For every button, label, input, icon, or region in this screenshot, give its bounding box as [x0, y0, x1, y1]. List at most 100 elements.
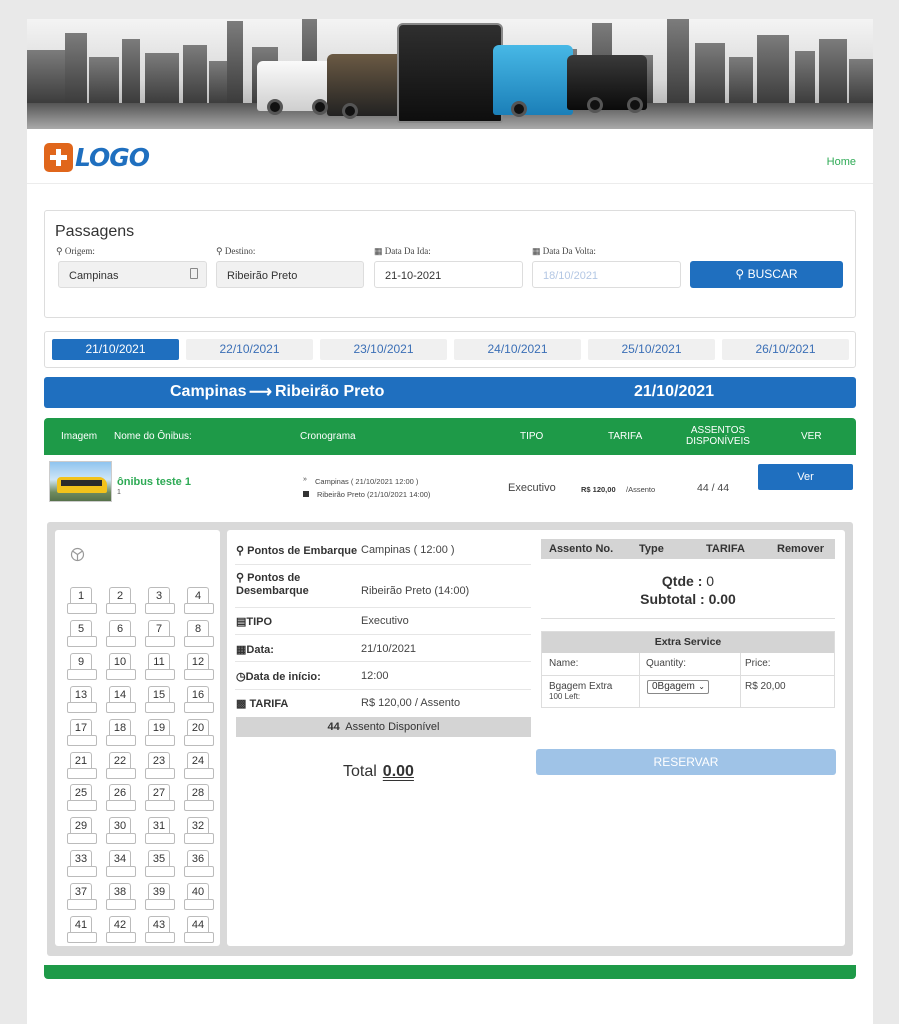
destino-label: ⚲ Destino: [216, 246, 256, 256]
seat-35[interactable]: 35 [145, 850, 175, 878]
baggage-quantity-select[interactable]: 0Bgagem ⌄ [647, 680, 709, 694]
seat-38[interactable]: 38 [106, 883, 136, 911]
seat-7[interactable]: 7 [145, 619, 175, 647]
buscar-button[interactable]: ⚲ BUSCAR [690, 261, 843, 288]
seat-3[interactable]: 3 [145, 587, 175, 614]
row-tarifa-unit: /Assento [626, 485, 656, 494]
info-row-inicio: ◷Data de início: 12:00 [235, 662, 531, 690]
logo-plus-icon [44, 143, 73, 172]
total-value: 0.00 [382, 763, 414, 780]
seat-41[interactable]: 41 [67, 916, 97, 943]
trip-info: ⚲ Pontos de Embarque Campinas ( 12:00 ) … [227, 530, 845, 946]
seat-18[interactable]: 18 [106, 718, 136, 746]
seat-29[interactable]: 29 [67, 817, 97, 845]
seat-43[interactable]: 43 [145, 916, 175, 943]
date-tab[interactable]: 23/10/2021 [320, 339, 447, 360]
page: LOGO Home Passagens ⚲ Origem: Campinas ⚲… [27, 19, 873, 1024]
volta-label: ▦ Data Da Volta: [532, 246, 596, 256]
ida-date-input[interactable]: 21-10-2021 [374, 261, 523, 288]
calendar-icon: ▦ [532, 246, 541, 256]
seat-27[interactable]: 27 [145, 784, 175, 812]
seat-15[interactable]: 15 [145, 685, 175, 713]
date-tab[interactable]: 26/10/2021 [722, 339, 849, 360]
seat-21[interactable]: 21 [67, 751, 97, 779]
date-tab[interactable]: 22/10/2021 [186, 339, 313, 360]
seat-13[interactable]: 13 [67, 685, 97, 713]
seat-8[interactable]: 8 [184, 619, 214, 647]
chevron-double-icon: » [303, 476, 307, 483]
col-assentos: ASSENTOS DISPONÍVEIS [686, 425, 750, 447]
col-tipo: TIPO [520, 431, 544, 442]
seat-42[interactable]: 42 [106, 916, 136, 943]
seat-1[interactable]: 1 [67, 587, 97, 614]
route-from: Campinas [170, 383, 247, 400]
col-cronograma: Cronograma [300, 431, 356, 442]
seat-44[interactable]: 44 [184, 916, 214, 943]
nav-home-link[interactable]: Home [827, 156, 856, 168]
coach-bus-front-image [397, 23, 503, 123]
seat-33[interactable]: 33 [67, 850, 97, 878]
search-title: Passagens [55, 223, 135, 240]
extra-service-table: Extra Service Name: Quantity: Price: Bga… [541, 631, 835, 708]
money-icon: ▩ [236, 698, 247, 710]
col-tarifa: TARIFA [608, 431, 643, 442]
ver-button[interactable]: Ver [758, 464, 853, 490]
site-header: LOGO Home [27, 129, 873, 184]
footer-bar [44, 965, 856, 979]
seat-34[interactable]: 34 [106, 850, 136, 878]
seat-4[interactable]: 4 [184, 587, 214, 614]
total-display: Total 0.00 [343, 763, 414, 780]
seat-6[interactable]: 6 [106, 619, 136, 647]
row-tipo: Executivo [508, 482, 556, 494]
seat-32[interactable]: 32 [184, 817, 214, 845]
booking-detail-panel: 1 2 3 4 5 6 7 8 9 10 11 12 13 14 15 16 17 18 19 20 21 22 23 24 2… [47, 522, 853, 956]
seat-9[interactable]: 9 [67, 652, 97, 680]
seat-31[interactable]: 31 [145, 817, 175, 845]
reservar-button[interactable]: RESERVAR [536, 749, 836, 775]
seat-39[interactable]: 39 [145, 883, 175, 911]
seat-5[interactable]: 5 [67, 619, 97, 647]
bus-name[interactable]: ônibus teste 1 [117, 476, 191, 488]
col-nome: Nome do Ônibus: [114, 431, 192, 442]
seat-10[interactable]: 10 [106, 652, 136, 680]
info-row-embarque: ⚲ Pontos de Embarque Campinas ( 12:00 ) [235, 533, 531, 565]
volta-date-input[interactable]: 18/10/2021 [532, 261, 681, 288]
date-tab[interactable]: 21/10/2021 [52, 339, 179, 360]
seat-25[interactable]: 25 [67, 784, 97, 812]
seat-40[interactable]: 40 [184, 883, 214, 911]
col-ver: VER [801, 431, 822, 442]
seat-36[interactable]: 36 [184, 850, 214, 878]
seat-37[interactable]: 37 [67, 883, 97, 911]
seat-17[interactable]: 17 [67, 718, 97, 746]
seat-24[interactable]: 24 [184, 751, 214, 779]
bus-thumbnail [49, 461, 112, 502]
destino-input[interactable]: Ribeirão Preto [216, 261, 364, 288]
table-row: ônibus teste 1 1 » Campinas ( 21/10/2021… [44, 456, 856, 506]
seat-26[interactable]: 26 [106, 784, 136, 812]
date-tab[interactable]: 25/10/2021 [588, 339, 715, 360]
seat-2[interactable]: 2 [106, 587, 136, 614]
site-logo[interactable]: LOGO [44, 143, 150, 172]
stop-origin: Campinas ( 21/10/2021 12:00 ) [315, 477, 419, 486]
list-icon [190, 268, 198, 279]
bus-icon: ▤ [236, 616, 247, 628]
seat-22[interactable]: 22 [106, 751, 136, 779]
seat-11[interactable]: 11 [145, 652, 175, 680]
seat-28[interactable]: 28 [184, 784, 214, 812]
seat-19[interactable]: 19 [145, 718, 175, 746]
seat-14[interactable]: 14 [106, 685, 136, 713]
seat-12[interactable]: 12 [184, 652, 214, 680]
row-seats: 44 / 44 [697, 482, 730, 494]
calendar-icon: ▦ [236, 644, 247, 656]
info-row-tarifa: ▩ TARIFA R$ 120,00 / Assento [236, 697, 461, 710]
origem-input[interactable]: Campinas [58, 261, 207, 288]
logo-text: LOGO [75, 143, 150, 172]
seat-30[interactable]: 30 [106, 817, 136, 845]
map-marker-icon: ⚲ [236, 545, 245, 557]
seat-16[interactable]: 16 [184, 685, 214, 713]
map-marker-icon: ⚲ [56, 246, 63, 256]
seat-20[interactable]: 20 [184, 718, 214, 746]
seat-23[interactable]: 23 [145, 751, 175, 779]
date-tab[interactable]: 24/10/2021 [454, 339, 581, 360]
row-tarifa: R$ 120,00 [581, 485, 616, 494]
